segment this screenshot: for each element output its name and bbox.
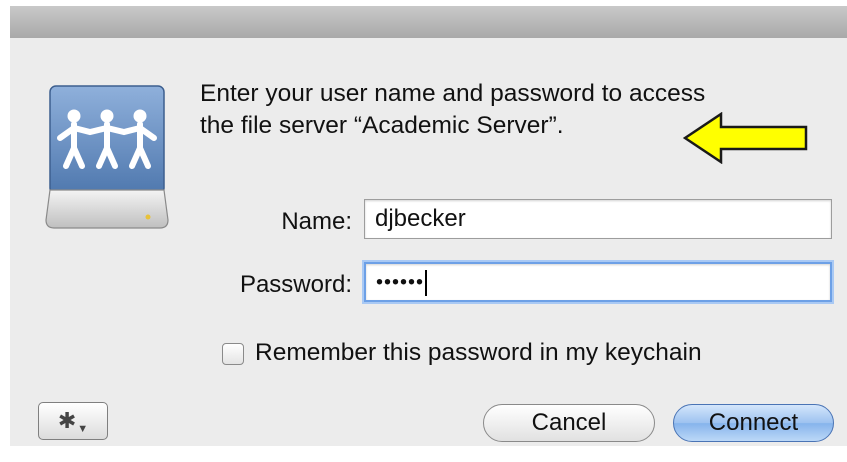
yellow-arrow-annotation-icon <box>683 112 808 164</box>
gear-icon: ✱ <box>57 408 77 433</box>
screenshot-frame: Enter your user name and password to acc… <box>0 0 847 462</box>
name-value: djbecker <box>375 205 466 232</box>
password-label: Password: <box>239 271 352 298</box>
cancel-button[interactable]: Cancel <box>483 404 655 442</box>
file-server-drive-icon <box>45 85 169 229</box>
password-field[interactable]: •••••• <box>364 262 832 302</box>
remember-password-label[interactable]: Remember this password in my keychain <box>255 339 702 367</box>
login-dialog: Enter your user name and password to acc… <box>10 38 847 446</box>
dropdown-triangle-icon: ▼ <box>77 423 89 435</box>
text-cursor <box>425 269 428 296</box>
remember-password-checkbox[interactable] <box>222 343 244 365</box>
window-title-bar[interactable] <box>10 6 847 39</box>
password-masked-value: •••••• <box>376 271 425 294</box>
name-field[interactable]: djbecker <box>364 199 832 239</box>
message-line-1: Enter your user name and password to acc… <box>200 80 706 107</box>
name-label: Name: <box>281 208 352 235</box>
connect-button[interactable]: Connect <box>673 404 834 442</box>
action-menu-button[interactable]: ✱▼ <box>38 402 108 440</box>
